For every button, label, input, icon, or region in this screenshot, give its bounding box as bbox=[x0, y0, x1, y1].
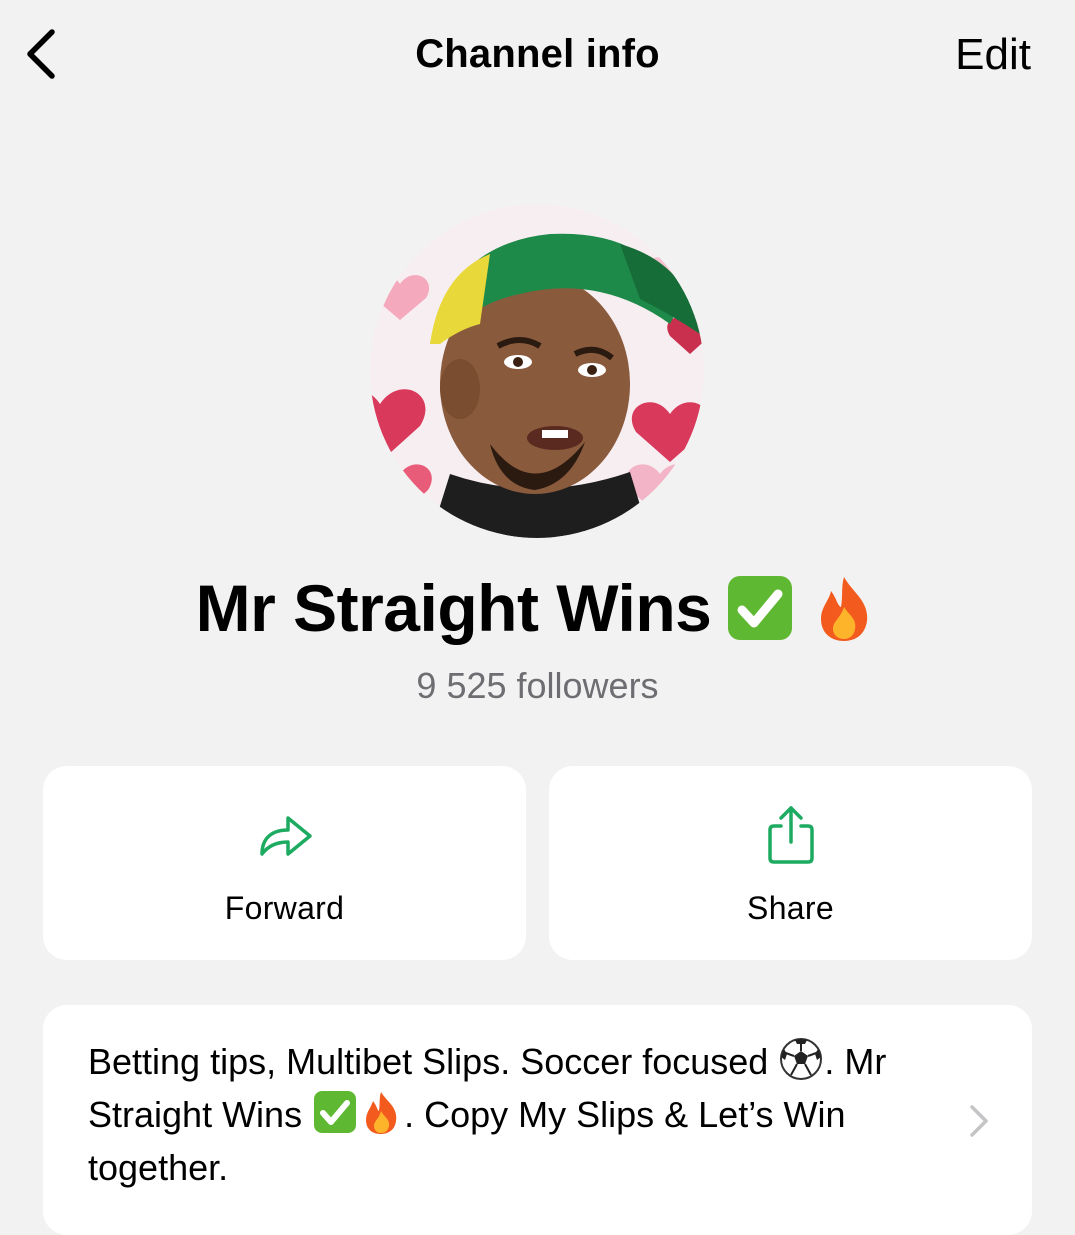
share-icon bbox=[767, 806, 814, 864]
forward-arrow-icon bbox=[259, 816, 312, 856]
fire-icon bbox=[366, 1092, 397, 1134]
avatar-image bbox=[370, 204, 704, 538]
fire-icon bbox=[821, 577, 868, 641]
edit-button[interactable]: Edit bbox=[955, 30, 1031, 80]
share-label: Share bbox=[747, 890, 834, 926]
description-text-1: Betting tips, Multibet Slips. Soccer foc… bbox=[88, 1041, 779, 1082]
followers-count: 9 525 followers bbox=[416, 665, 659, 706]
channel-name: Mr Straight Wins bbox=[195, 571, 712, 645]
forward-button[interactable]: Forward bbox=[43, 766, 526, 960]
verified-check-icon bbox=[314, 1091, 357, 1133]
channel-description-card[interactable]: Betting tips, Multibet Slips. Soccer foc… bbox=[43, 1005, 1032, 1235]
forward-label: Forward bbox=[224, 890, 345, 926]
share-button[interactable]: Share bbox=[549, 766, 1032, 960]
chevron-right-icon bbox=[970, 1105, 988, 1137]
channel-description: Betting tips, Multibet Slips. Soccer foc… bbox=[88, 1035, 948, 1194]
page-title: Channel info bbox=[415, 32, 660, 76]
channel-name-row: Mr Straight Wins bbox=[0, 570, 1075, 646]
soccer-ball-icon bbox=[780, 1038, 823, 1080]
verified-check-icon bbox=[728, 576, 793, 640]
top-nav-bar: Channel info Edit bbox=[0, 0, 1075, 110]
channel-avatar[interactable] bbox=[370, 204, 704, 538]
